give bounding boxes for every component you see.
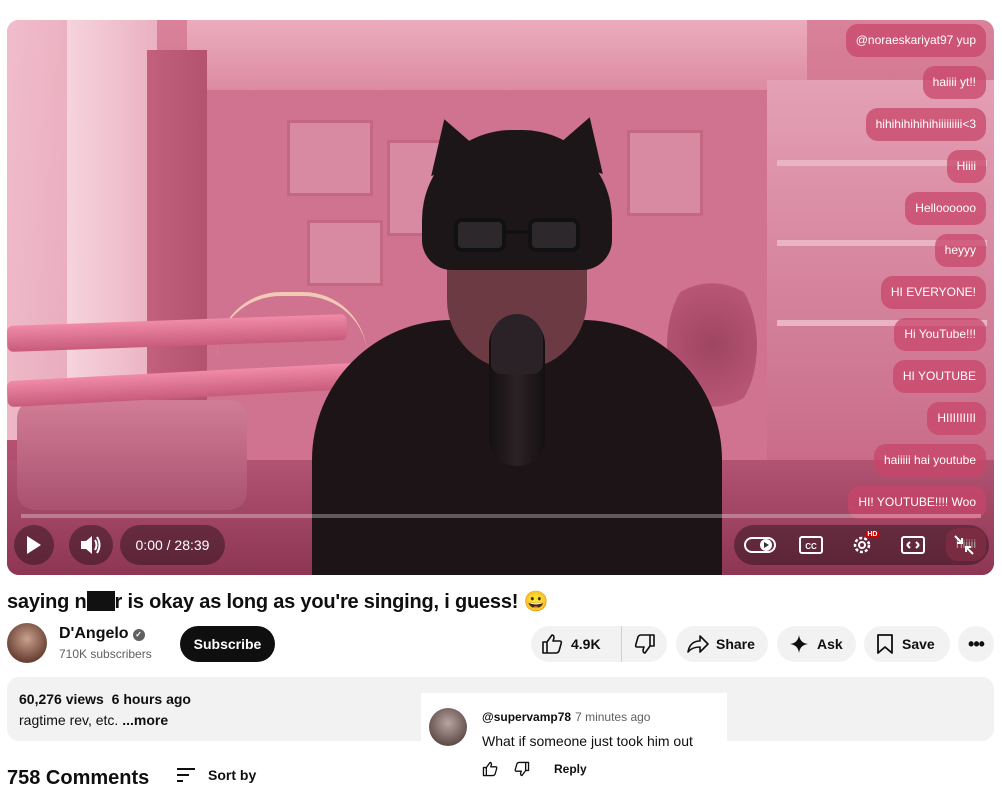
chat-message: Helloooooo [905, 192, 986, 225]
channel-avatar[interactable] [7, 623, 47, 663]
chat-message: haiiii yt!! [922, 66, 986, 99]
dislike-button[interactable] [622, 626, 667, 662]
theater-icon [900, 536, 925, 554]
share-icon [687, 635, 709, 653]
share-label: Share [716, 636, 755, 652]
like-count: 4.9K [571, 636, 601, 652]
chat-message: HI YOUTUBE [892, 360, 986, 393]
bookmark-icon [877, 634, 893, 654]
verified-icon: ✓ [132, 629, 145, 641]
time-display: 0:00 / 28:39 [120, 525, 225, 565]
theater-mode-button[interactable] [895, 527, 931, 563]
description-text: ragtime rev, etc. ...more [19, 712, 168, 728]
play-icon [27, 536, 41, 554]
scene-ceiling [187, 20, 807, 100]
chat-message: Hiiii [946, 150, 986, 183]
scene-picture-frame [307, 220, 383, 286]
redaction-bar [86, 591, 115, 611]
channel-name[interactable]: D'Angelo ✓ [59, 625, 145, 643]
svg-text:CC: CC [805, 542, 817, 551]
volume-button[interactable] [69, 525, 113, 565]
ask-label: Ask [817, 636, 843, 652]
sort-icon [177, 768, 195, 782]
scene-picture-frame [287, 120, 373, 196]
video-meta: 60,276 views 6 hours ago [19, 691, 191, 707]
fullscreen-button[interactable] [946, 527, 982, 563]
chat-message: hihihihihihihiiiiiiiii<3 [865, 108, 986, 141]
player-right-controls: CC HD [734, 525, 989, 565]
comment-username[interactable]: @supervamp78 [482, 710, 571, 724]
chat-message: HI EVERYONE! [880, 276, 986, 309]
comments-count: 758 Comments [7, 767, 150, 789]
exit-fullscreen-icon [953, 535, 974, 555]
chat-message: haiiiii hai youtube [873, 444, 986, 477]
microphone-head [491, 314, 543, 374]
scene-picture-frame [627, 130, 703, 216]
subscriber-count: 710K subscribers [59, 647, 152, 661]
show-more-link[interactable]: ...more [122, 712, 168, 728]
chat-message: Hi YouTube!!! [894, 318, 986, 351]
thumbs-up-icon [542, 634, 563, 654]
save-button[interactable]: Save [864, 626, 950, 662]
thumbs-down-icon [634, 634, 655, 654]
comment-actions: Reply [482, 761, 587, 777]
title-text-end: r is okay as long as you're singing, i g… [114, 591, 549, 613]
comment-text: What if someone just took him out [482, 733, 693, 749]
chat-message: HIIIIIIIII [927, 402, 986, 435]
scene-window-pane [67, 20, 157, 420]
person-glasses [454, 218, 580, 254]
captions-icon: CC [798, 536, 823, 554]
view-count: 60,276 views [19, 691, 104, 707]
commenter-avatar[interactable] [429, 708, 467, 746]
ask-button[interactable]: Ask [777, 626, 856, 662]
autoplay-toggle[interactable] [742, 527, 778, 563]
description-snippet: ragtime rev, etc. [19, 712, 123, 728]
sort-label: Sort by [208, 767, 257, 783]
video-title: saying n r is okay as long as you're sing… [7, 589, 548, 614]
play-button[interactable] [14, 525, 54, 565]
upload-age: 6 hours ago [111, 691, 191, 707]
reply-button[interactable]: Reply [554, 762, 587, 776]
settings-button[interactable]: HD [844, 527, 880, 563]
comment-dislike-icon[interactable] [514, 761, 530, 777]
chat-message: heyyy [934, 234, 986, 267]
more-icon: ••• [968, 633, 985, 654]
comment-author: @supervamp78 7 minutes ago [482, 710, 650, 724]
hd-badge: HD [865, 531, 880, 538]
comment-timestamp[interactable]: 7 minutes ago [575, 710, 650, 724]
progress-bar[interactable] [21, 514, 981, 518]
share-button[interactable]: Share [676, 626, 768, 662]
comment-like-icon[interactable] [482, 761, 498, 777]
captions-button[interactable]: CC [793, 527, 829, 563]
scene-sofa [17, 400, 247, 510]
channel-name-text: D'Angelo [59, 625, 129, 642]
chat-overlay: @noraeskariyat97 yup haiiii yt!! hihihihih… [845, 20, 986, 561]
chat-message: @noraeskariyat97 yup [845, 24, 986, 57]
video-player[interactable]: @noraeskariyat97 yup haiiii yt!! hihihihih… [7, 20, 994, 575]
save-label: Save [902, 636, 935, 652]
like-dislike-group: 4.9K [531, 626, 667, 662]
title-text-start: saying n [7, 591, 87, 613]
comment-card: @supervamp78 7 minutes ago What if someon… [421, 693, 727, 807]
like-button[interactable]: 4.9K [531, 626, 622, 662]
autoplay-icon [743, 537, 776, 553]
sparkle-icon [790, 635, 808, 653]
more-actions-button[interactable]: ••• [958, 626, 994, 662]
volume-icon [81, 536, 101, 554]
sort-button[interactable]: Sort by [176, 767, 256, 783]
subscribe-button[interactable]: Subscribe [180, 626, 275, 662]
